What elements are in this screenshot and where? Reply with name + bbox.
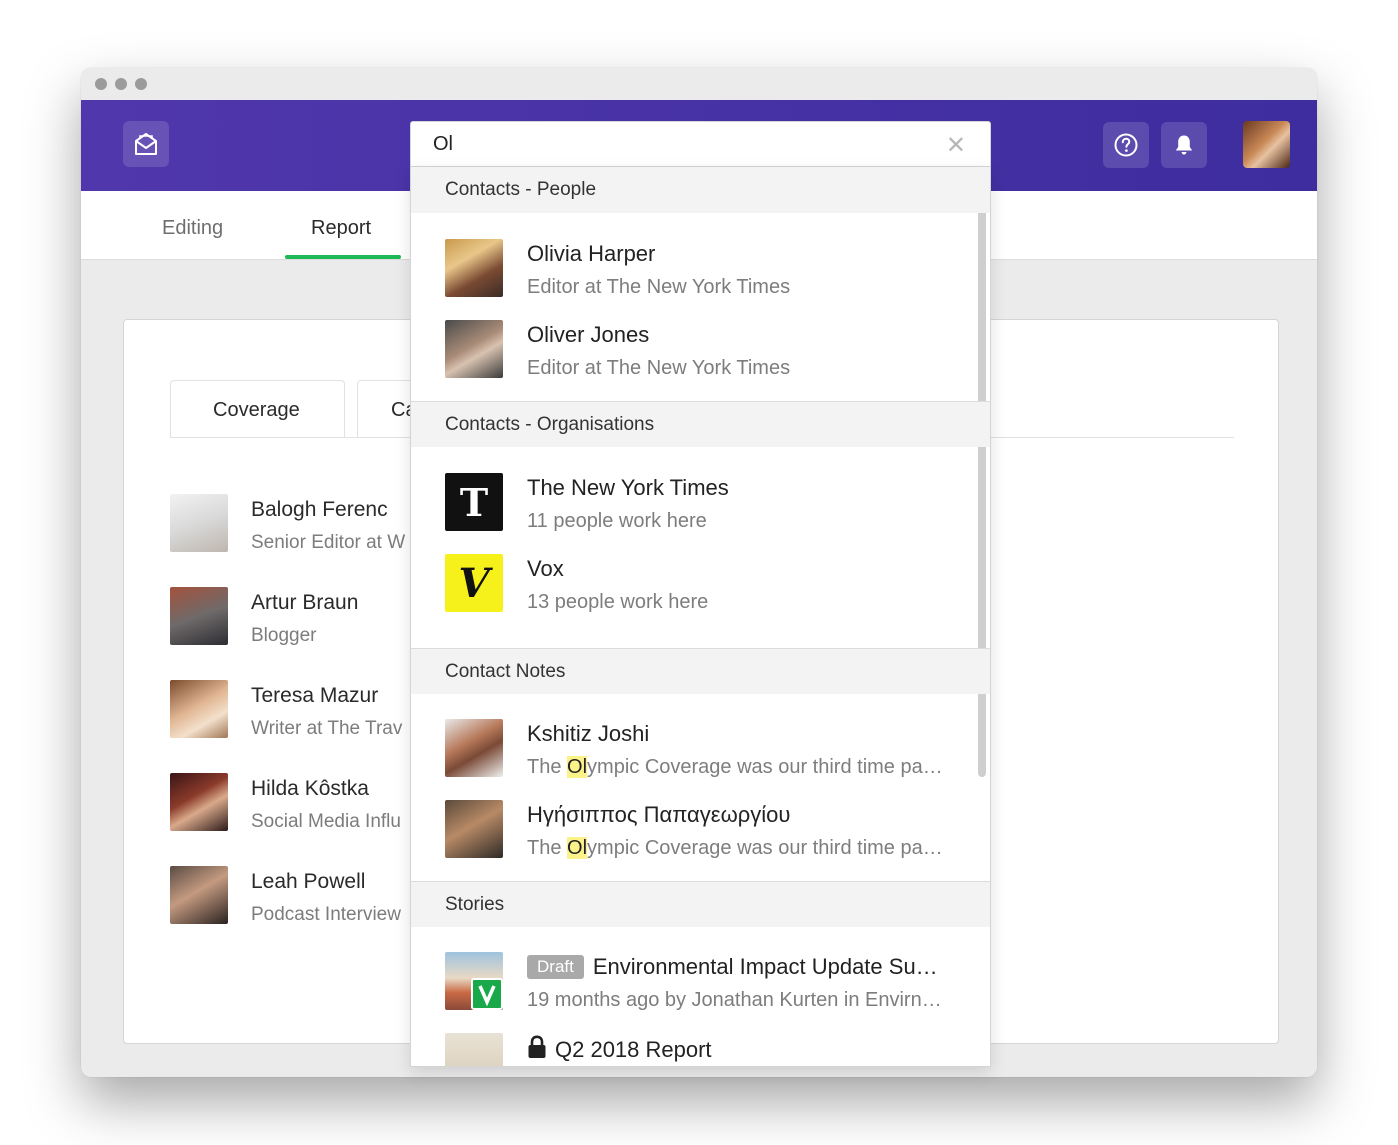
search-input[interactable]: Ol — [433, 133, 453, 156]
person-role: Blogger — [251, 625, 317, 646]
help-button[interactable] — [1103, 122, 1149, 168]
window-close-dot[interactable] — [95, 78, 107, 90]
person-role: Social Media Influ — [251, 811, 401, 832]
snippet-prefix: The — [527, 837, 568, 859]
result-subtitle: Editor at The New York Times — [527, 276, 791, 298]
avatar — [170, 680, 228, 738]
avatar — [445, 239, 503, 297]
result-person[interactable]: Olivia Harper Editor at The New York Tim… — [445, 239, 965, 299]
snippet-highlight: Ol — [567, 756, 588, 778]
nyt-logo: T — [445, 473, 503, 531]
snippet-rest: ympic Coverage was our third time pa… — [587, 837, 943, 859]
person-name: Leah Powell — [251, 870, 366, 893]
section-header-organisations: Contacts - Organisations — [411, 401, 990, 447]
snippet-rest: ympic Coverage was our third time pa… — [587, 756, 943, 778]
user-avatar[interactable] — [1243, 121, 1290, 168]
title-bar — [81, 68, 1317, 100]
avatar — [170, 773, 228, 831]
active-tab-indicator — [285, 255, 401, 259]
person-name: Artur Braun — [251, 591, 359, 614]
section-header-people: Contacts - People — [411, 167, 990, 213]
avatar — [170, 494, 228, 552]
question-icon — [1114, 133, 1138, 157]
person-name: Balogh Ferenc — [251, 498, 388, 521]
story-thumbnail — [445, 1033, 503, 1066]
result-story[interactable]: Draft Environmental Impact Update Su… 19 … — [445, 952, 965, 1012]
home-logo-button[interactable] — [123, 121, 169, 167]
envelope-open-icon — [135, 133, 157, 155]
result-subtitle: 13 people work here — [527, 591, 709, 613]
close-icon[interactable]: ✕ — [946, 131, 966, 160]
result-snippet: The Olympic Coverage was our third time … — [527, 837, 943, 860]
result-name: Oliver Jones — [527, 322, 650, 347]
person-role: Writer at The Trav — [251, 718, 403, 739]
result-name: Vox — [527, 556, 564, 581]
window-zoom-dot[interactable] — [135, 78, 147, 90]
result-title: Draft Environmental Impact Update Su… — [527, 954, 938, 980]
person-name: Hilda Kôstka — [251, 777, 369, 800]
result-note[interactable]: Ηγήσιππος Παπαγεωργίου The Olympic Cover… — [445, 800, 965, 860]
result-subtitle: 11 people work here — [527, 510, 707, 532]
story-thumbnail — [445, 952, 503, 1010]
story-title: Q2 2018 Report — [555, 1037, 712, 1062]
result-organisation[interactable]: T The New York Times 11 people work here — [445, 473, 965, 533]
section-title: Contact Notes — [445, 661, 566, 682]
notifications-button[interactable] — [1161, 122, 1207, 168]
draft-badge: Draft — [527, 955, 584, 979]
section-header-notes: Contact Notes — [411, 648, 990, 694]
snippet-highlight: Ol — [567, 837, 588, 859]
result-note[interactable]: Kshitiz Joshi The Olympic Coverage was o… — [445, 719, 965, 779]
result-subtitle: Editor at The New York Times — [527, 357, 791, 379]
avatar — [445, 719, 503, 777]
tab-editing[interactable]: Editing — [162, 217, 223, 240]
avatar — [445, 320, 503, 378]
section-title: Contacts - People — [445, 179, 597, 200]
search-results-dropdown: Contacts - People Olivia Harper Editor a… — [410, 167, 991, 1067]
person-role: Senior Editor at W — [251, 532, 406, 553]
tab-report[interactable]: Report — [311, 217, 371, 240]
window-minimize-dot[interactable] — [115, 78, 127, 90]
person-name: Teresa Mazur — [251, 684, 379, 707]
result-name: Kshitiz Joshi — [527, 721, 650, 746]
result-title: Q2 2018 Report — [527, 1035, 712, 1063]
avatar — [170, 866, 228, 924]
section-header-stories: Stories — [411, 881, 990, 927]
subtab-coverage[interactable]: Coverage — [170, 380, 345, 438]
result-snippet: The Olympic Coverage was our third time … — [527, 756, 943, 779]
person-role: Podcast Interview — [251, 904, 401, 925]
logo-glyph: T — [459, 479, 489, 525]
story-title: Environmental Impact Update Su… — [592, 954, 938, 979]
snippet-prefix: The — [527, 756, 568, 778]
result-person[interactable]: Oliver Jones Editor at The New York Time… — [445, 320, 965, 380]
search-box[interactable]: Ol ✕ — [410, 121, 991, 167]
avatar — [170, 587, 228, 645]
logo-glyph: V — [458, 559, 490, 607]
result-subtitle: 19 months ago by Jonathan Kurten in Envi… — [527, 989, 942, 1011]
lock-icon — [528, 1035, 546, 1058]
bell-icon — [1175, 135, 1193, 155]
section-title: Stories — [445, 894, 505, 915]
check-icon — [478, 985, 496, 1007]
result-name: Ηγήσιππος Παπαγεωργίου — [527, 802, 791, 827]
section-title: Contacts - Organisations — [445, 414, 655, 435]
result-organisation[interactable]: V Vox 13 people work here — [445, 554, 965, 614]
checkmark-badge-icon — [471, 978, 503, 1010]
vox-logo: V — [445, 554, 503, 612]
result-name: Olivia Harper — [527, 241, 656, 266]
result-name: The New York Times — [527, 475, 729, 500]
avatar — [445, 800, 503, 858]
result-story[interactable]: Q2 2018 Report — [445, 1033, 965, 1066]
